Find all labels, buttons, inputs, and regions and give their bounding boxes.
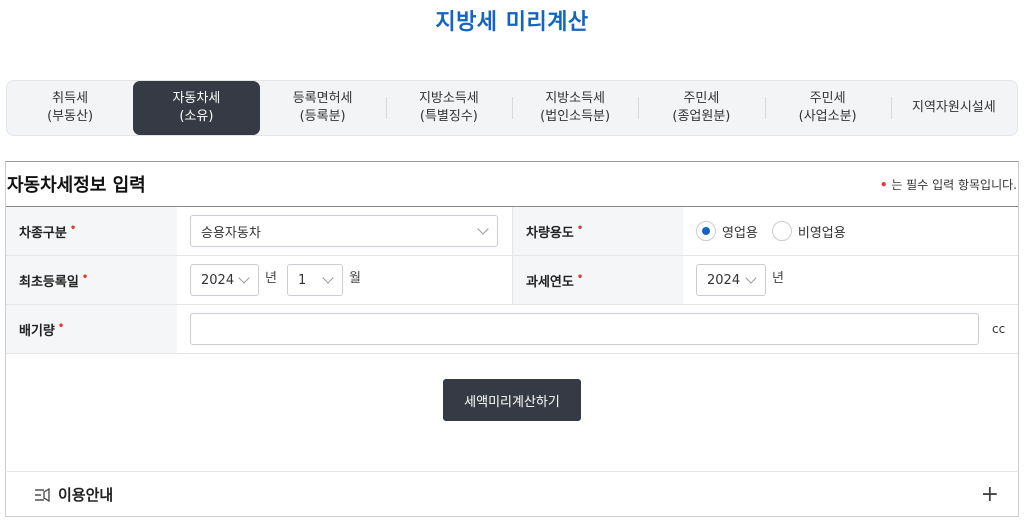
required-star: • bbox=[69, 222, 77, 234]
form-title: 자동차세정보 입력 bbox=[7, 175, 146, 196]
tax-year-label: 과세연도 • bbox=[512, 256, 683, 304]
year-unit: 년 bbox=[265, 270, 277, 286]
tax-year-label-text: 과세연도 bbox=[526, 274, 574, 290]
tab-resident-tax-business[interactable]: 주민세 (사업소분) bbox=[764, 81, 891, 135]
first-registration-month-value: 1 bbox=[297, 272, 307, 288]
guide-list-icon bbox=[35, 487, 50, 502]
row-displacement: 배기량 • cc bbox=[6, 305, 1018, 354]
tab-label-line2: (사업소분) bbox=[798, 109, 857, 124]
vehicle-use-radio-group: 영업용 비영업용 bbox=[696, 221, 846, 241]
expand-plus-icon[interactable]: + bbox=[981, 483, 999, 506]
tab-label-line1: 지방소득세 bbox=[545, 91, 606, 106]
displacement-label: 배기량 • bbox=[6, 305, 177, 353]
vehicle-type-value: 승용자동차 bbox=[201, 225, 261, 241]
tab-label-line1: 자동차세 bbox=[172, 91, 221, 106]
tab-label-line1: 주민세 bbox=[809, 91, 846, 106]
tab-local-income-tax-corporate[interactable]: 지방소득세 (법인소득분) bbox=[512, 81, 638, 135]
required-star: • bbox=[81, 271, 89, 283]
vehicle-use-label-text: 차량용도 bbox=[526, 225, 574, 241]
tab-label-line2: (등록분) bbox=[299, 109, 346, 124]
usage-guide-label: 이용안내 bbox=[58, 486, 114, 504]
usage-guide-accordion[interactable]: 이용안내 + bbox=[7, 471, 1019, 517]
month-unit: 월 bbox=[348, 270, 361, 286]
vehicle-type-label-text: 차종구분 bbox=[19, 225, 67, 241]
displacement-cell: cc bbox=[177, 305, 1018, 353]
radio-circle[interactable] bbox=[771, 221, 792, 241]
usage-guide-header: 이용안내 bbox=[34, 484, 113, 505]
vehicle-tax-form: 자동차세정보 입력 • 는 필수 입력 항목입니다. 차종구분 • 승용자동차 … bbox=[5, 161, 1019, 517]
chevron-down-icon bbox=[238, 272, 250, 284]
first-registration-cell: 2024 년 1 월 bbox=[177, 256, 512, 304]
tab-vehicle-tax[interactable]: 자동차세 (소유) bbox=[133, 81, 260, 135]
vehicle-type-cell: 승용자동차 bbox=[177, 207, 512, 255]
radio-business-use-label: 영업용 bbox=[722, 225, 758, 241]
tax-year-value: 2024 bbox=[707, 272, 741, 288]
tab-label-line1: 주민세 bbox=[683, 91, 720, 106]
vehicle-type-select[interactable]: 승용자동차 bbox=[190, 215, 498, 247]
chevron-down-icon bbox=[322, 272, 334, 284]
first-registration-label: 최초등록일 • bbox=[6, 256, 177, 304]
row-first-registration: 최초등록일 • 2024 년 1 월 과세연도 • 2024 년 bbox=[6, 256, 1018, 305]
tab-label-line2: (부동산) bbox=[47, 109, 94, 124]
tab-label-line2: (법인소득분) bbox=[540, 109, 611, 124]
displacement-label-text: 배기량 bbox=[19, 323, 55, 339]
required-star: • bbox=[57, 320, 65, 332]
page-title: 지방세 미리계산 bbox=[435, 10, 589, 35]
tab-label-line2: (종업원분) bbox=[672, 109, 731, 124]
radio-non-business-use-label: 비영업용 bbox=[797, 225, 846, 241]
displacement-unit: cc bbox=[992, 322, 1006, 336]
vehicle-use-label: 차량용도 • bbox=[512, 207, 683, 255]
tab-acquisition-tax[interactable]: 취득세 (부동산) bbox=[7, 81, 133, 135]
tab-regional-resource-facility-tax[interactable]: 지역자원시설세 bbox=[890, 81, 1017, 135]
calculate-tax-button[interactable]: 세액미리계산하기 bbox=[443, 379, 581, 421]
tab-label-line1: 등록면허세 bbox=[292, 91, 353, 106]
tab-registration-license-tax[interactable]: 등록면허세 (등록분) bbox=[260, 81, 386, 135]
tax-year-cell: 2024 년 bbox=[683, 256, 1018, 304]
tab-local-income-tax-withholding[interactable]: 지방소득세 (특별징수) bbox=[385, 81, 512, 135]
required-dot: • bbox=[879, 177, 888, 192]
tax-year-select[interactable]: 2024 bbox=[696, 264, 766, 296]
required-note: • 는 필수 입력 항목입니다. bbox=[880, 176, 1018, 193]
row-vehicle-type: 차종구분 • 승용자동차 차량용도 • 영업용 비영업용 bbox=[6, 207, 1018, 256]
radio-circle-selected[interactable] bbox=[696, 221, 716, 241]
vehicle-type-label: 차종구분 • bbox=[6, 207, 177, 255]
radio-non-business-use[interactable]: 비영업용 bbox=[771, 221, 846, 241]
tax-tab-bar: 취득세 (부동산) 자동차세 (소유) 등록면허세 (등록분) 지방소득세 (특… bbox=[6, 80, 1018, 136]
tab-label-line1: 취득세 bbox=[52, 91, 89, 106]
displacement-input[interactable] bbox=[190, 313, 979, 345]
required-star: • bbox=[576, 222, 584, 234]
required-star: • bbox=[576, 271, 584, 283]
vehicle-use-cell: 영업용 비영업용 bbox=[683, 207, 1018, 255]
required-note-text: 는 필수 입력 항목입니다. bbox=[891, 177, 1017, 192]
tab-label-line2: (특별징수) bbox=[419, 109, 478, 124]
chevron-down-icon bbox=[477, 223, 489, 235]
first-registration-month-select[interactable]: 1 bbox=[286, 264, 343, 296]
tab-label-line1: 지역자원시설세 bbox=[912, 100, 996, 115]
first-registration-year-value: 2024 bbox=[201, 272, 235, 288]
radio-business-use[interactable]: 영업용 bbox=[696, 221, 758, 241]
chevron-down-icon bbox=[745, 272, 757, 284]
tax-year-unit: 년 bbox=[772, 270, 784, 286]
first-registration-label-text: 최초등록일 bbox=[19, 274, 79, 290]
first-registration-year-select[interactable]: 2024 bbox=[190, 264, 259, 296]
form-header: 자동차세정보 입력 • 는 필수 입력 항목입니다. bbox=[6, 162, 1018, 207]
tab-label-line2: (소유) bbox=[179, 109, 214, 124]
tab-resident-tax-employee[interactable]: 주민세 (종업원분) bbox=[638, 81, 764, 135]
tab-label-line1: 지방소득세 bbox=[418, 91, 479, 106]
